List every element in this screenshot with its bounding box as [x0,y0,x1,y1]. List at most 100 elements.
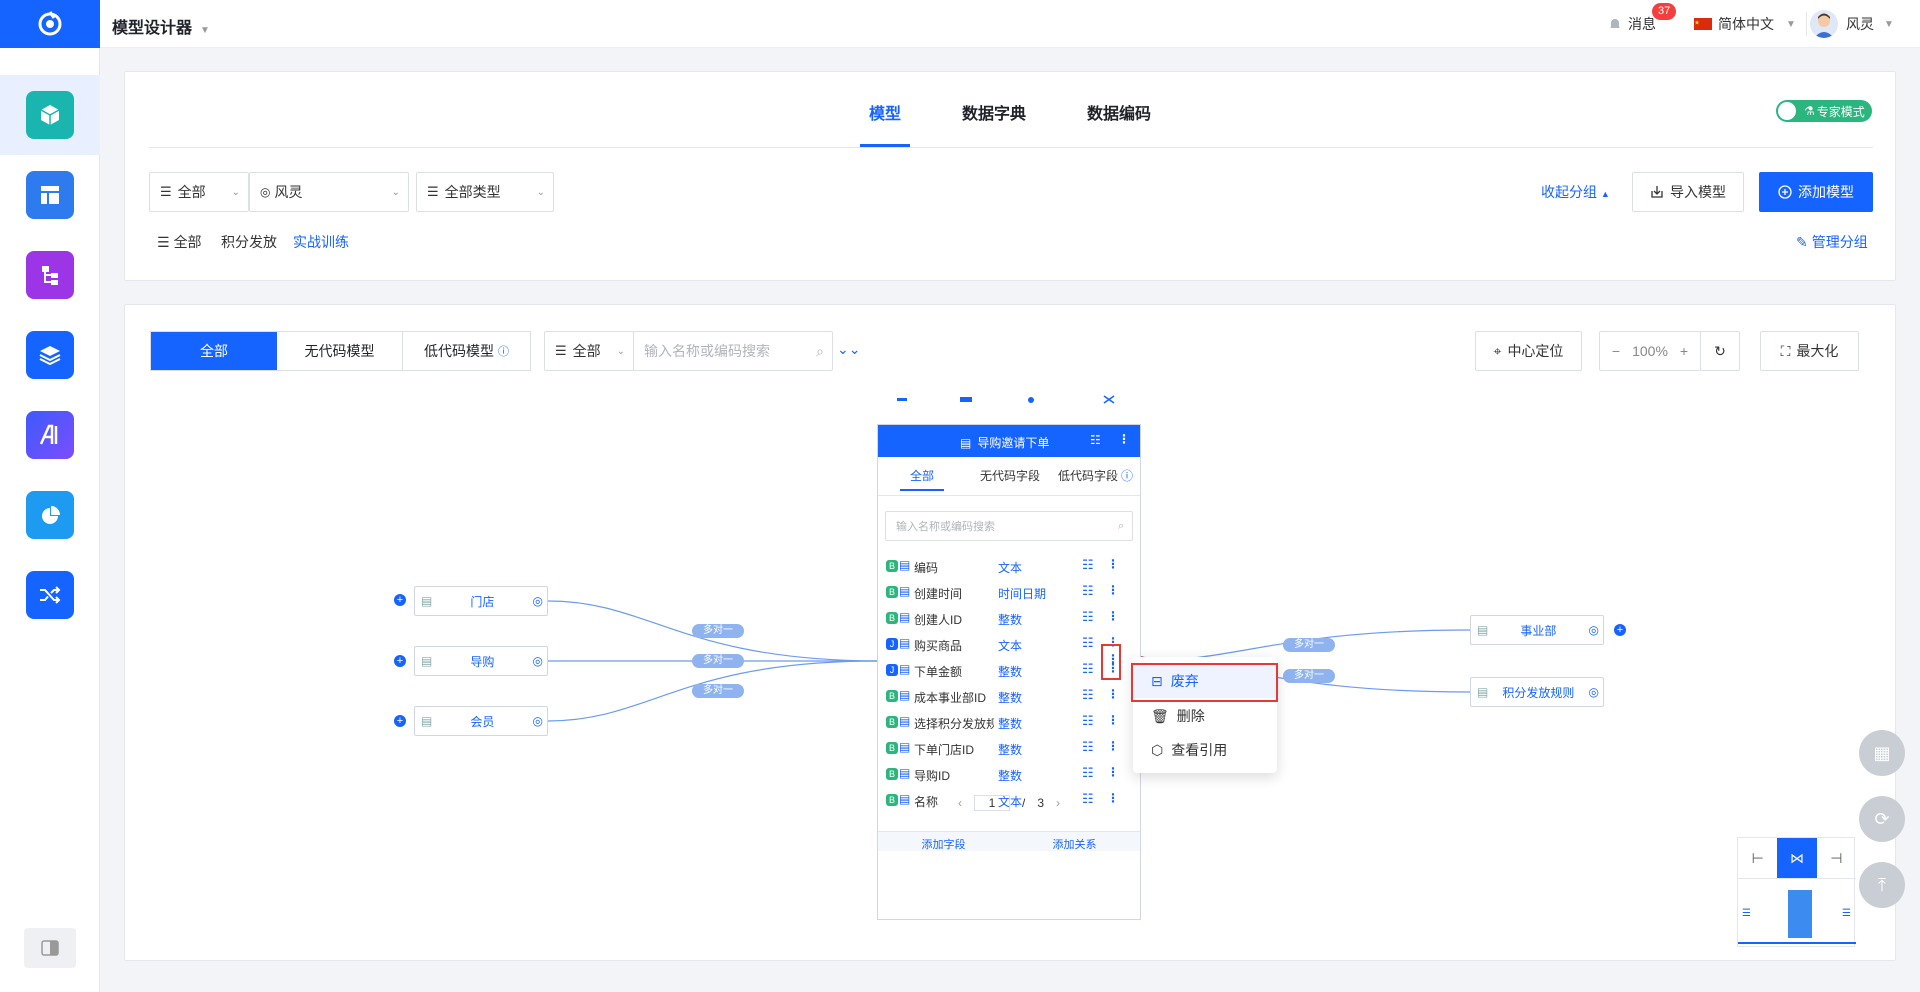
back-to-top-button[interactable]: ⤒ [1859,862,1905,908]
layout-tree-icon[interactable]: ⊢ [1738,838,1777,878]
field-tab-indicator [900,489,944,491]
page-input[interactable]: 1 [973,795,1010,811]
field-search-input[interactable]: 输入名称或编码搜索 ⌕ [885,511,1133,541]
field-more-icon[interactable]: ⋮ [1107,609,1119,623]
layout-hierarchy-icon[interactable]: ⊣ [1817,838,1856,878]
field-settings-icon[interactable]: ☷ [1082,713,1094,729]
refresh-icon: ⟳ [1874,808,1890,829]
add-node-left-icon[interactable]: + [394,594,406,606]
field-more-icon[interactable]: ⋮ [1107,687,1119,701]
field-settings-icon[interactable]: ☷ [1082,739,1094,755]
relation-tag[interactable]: 多对一 [1283,669,1335,683]
field-row[interactable]: B ▤ 成本事业部ID 整数 ☷ ⋮ [878,681,1140,707]
node-guide[interactable]: ▤ 导购 ◎ [414,646,548,676]
next-page-icon[interactable]: › [1056,796,1060,810]
deprecate-highlight [1131,663,1278,702]
field-kind-icon: B [886,586,898,598]
field-more-icon[interactable]: ⋮ [1107,739,1119,753]
field-row[interactable]: B ▤ 导购ID 整数 ☷ ⋮ [878,759,1140,785]
field-settings-icon[interactable]: ☷ [1082,687,1094,703]
field-name: 选择积分发放规 [914,717,994,731]
faded-top-icons [897,395,1115,404]
field-settings-icon[interactable]: ☷ [1082,765,1094,781]
history-button[interactable]: ⟳ [1859,796,1905,842]
field-settings-icon[interactable]: ☷ [1082,583,1094,599]
search-icon: ⌕ [1117,519,1124,532]
node-member[interactable]: ▤ 会员 ◎ [414,706,548,736]
field-more-icon[interactable]: ⋮ [1107,713,1119,727]
minimap-panel: ⊢ ⋈ ⊣ ☰ ☰ [1737,837,1856,947]
field-tab-all[interactable]: 全部 [910,467,934,484]
settings-sliders-icon[interactable]: ☷ [1090,433,1101,447]
add-field-button[interactable]: 添加字段 [878,836,1009,851]
relation-tag[interactable]: 多对一 [1283,638,1335,652]
minimap-viewport[interactable] [1788,890,1812,938]
field-type: 整数 [998,717,1023,731]
field-type: 整数 [998,691,1023,705]
field-row[interactable]: B ▤ 编码 文本 ☷ ⋮ [878,551,1140,577]
add-node-left-icon[interactable]: + [394,655,406,667]
table-icon: ▤ [899,584,911,598]
table-icon: ▤ [421,594,433,608]
node-store[interactable]: ▤ 门店 ◎ [414,586,548,616]
table-icon: ▤ [899,610,911,624]
layout-switch: ⊢ ⋈ ⊣ [1738,838,1856,878]
menu-item-delete[interactable]: 🗑 删除 [1133,699,1277,733]
field-kind-icon: B [886,716,898,728]
field-type: 时间日期 [998,587,1047,601]
table-icon: ▤ [421,654,433,668]
field-more-icon[interactable]: ⋮ [1107,557,1119,571]
layout-network-icon[interactable]: ⋈ [1777,838,1817,878]
locate-node-icon[interactable]: ◎ [533,654,543,668]
menu-item-view-references[interactable]: ⬡ 查看引用 [1133,733,1277,767]
locate-node-icon[interactable]: ◎ [533,714,543,728]
table-icon: ▤ [899,740,911,754]
field-tab-low-code[interactable]: 低代码字段 ⓘ [1058,467,1133,484]
more-icon[interactable]: ⋮ [1118,432,1130,446]
node-business-unit[interactable]: ▤ 事业部 ◎ [1470,615,1604,645]
more-icon: ⋮ [1107,652,1119,666]
table-icon: ▤ [421,714,433,728]
field-row[interactable]: B ▤ 创建时间 时间日期 ☷ ⋮ [878,577,1140,603]
add-node-right-icon[interactable]: + [1614,624,1626,636]
locate-node-icon[interactable]: ◎ [1589,685,1599,699]
locate-node-icon[interactable]: ◎ [533,594,543,608]
field-row[interactable]: B ▤ 选择积分发放规 整数 ☷ ⋮ [878,707,1140,733]
trash-icon: 🗑 [1151,707,1169,724]
node-points-rule[interactable]: ▤ 积分发放规则 ◎ [1470,677,1604,707]
panel-footer: 添加字段 添加关系 [878,831,1140,851]
calculator-button[interactable]: ▦ [1859,730,1905,776]
field-more-button-highlight[interactable]: ⋮ [1101,644,1121,680]
add-relation-button[interactable]: 添加关系 [1009,836,1140,851]
field-kind-icon: J [886,664,898,676]
field-kind-icon: B [886,690,898,702]
field-kind-icon: B [886,560,898,572]
field-name: 编码 [914,561,939,575]
field-settings-icon[interactable]: ☷ [1082,661,1094,677]
field-name: 下单金额 [914,665,963,679]
field-row[interactable]: B ▤ 下单门店ID 整数 ☷ ⋮ [878,733,1140,759]
field-settings-icon[interactable]: ☷ [1082,557,1094,573]
field-name: 创建时间 [914,587,963,601]
field-settings-icon[interactable]: ☷ [1082,609,1094,625]
prev-page-icon[interactable]: ‹ [958,796,962,810]
field-kind-icon: B [886,742,898,754]
add-node-left-icon[interactable]: + [394,715,406,727]
field-settings-icon[interactable]: ☷ [1082,635,1094,651]
field-tab-no-code[interactable]: 无代码字段 [980,467,1040,484]
model-panel-header: ▤ 导购邀请下单 ☷ ⋮ [878,425,1140,457]
locate-node-icon[interactable]: ◎ [1589,623,1599,637]
field-more-icon[interactable]: ⋮ [1107,765,1119,779]
field-row[interactable]: B ▤ 创建人ID 整数 ☷ ⋮ [878,603,1140,629]
relation-tag[interactable]: 多对一 [692,624,744,638]
relation-tag[interactable]: 多对一 [692,684,744,698]
field-type: 整数 [998,769,1023,783]
table-icon: ▤ [899,714,911,728]
field-more-icon[interactable]: ⋮ [1107,583,1119,597]
field-name: 购买商品 [914,639,963,653]
field-kind-icon: J [886,638,898,650]
field-name: 成本事业部ID [914,691,987,705]
relation-tag[interactable]: 多对一 [692,654,744,668]
arrow-up-icon: ⤒ [1878,874,1886,895]
model-title: 导购邀请下单 [977,436,1050,450]
